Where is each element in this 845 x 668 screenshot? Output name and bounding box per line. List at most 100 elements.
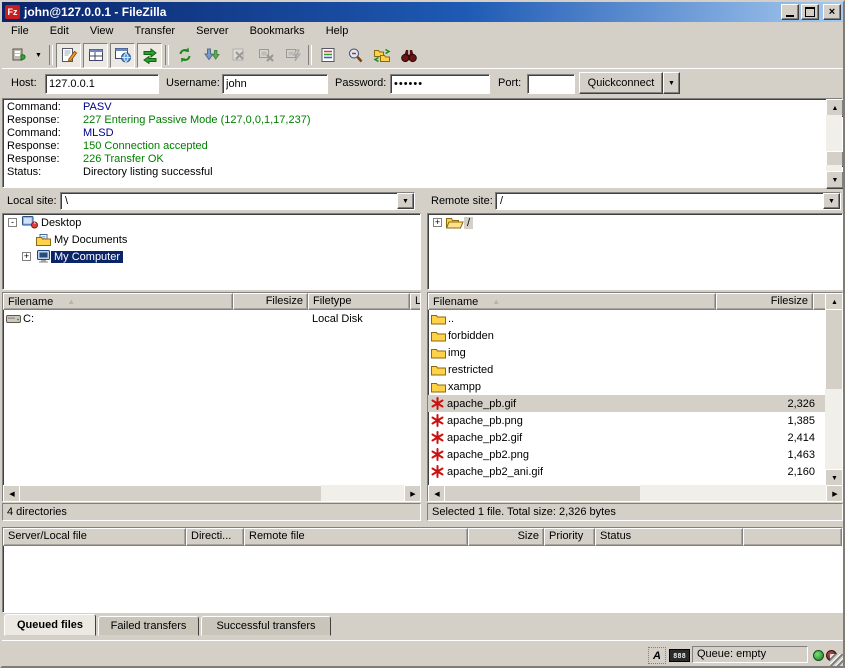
tree-item-my-computer[interactable]: + My Computer	[3, 248, 420, 265]
refresh-button[interactable]	[172, 43, 197, 68]
close-button[interactable]: ×	[823, 4, 841, 20]
column-header-server-local-file[interactable]: Server/Local file	[3, 528, 186, 546]
column-header-label: Filename	[8, 296, 53, 308]
scroll-thumb[interactable]	[19, 485, 323, 502]
tree-item-my-documents[interactable]: My Documents	[3, 231, 420, 248]
tab-successful-transfers[interactable]: Successful transfers	[201, 616, 331, 636]
remote-file-row[interactable]: xampp	[428, 378, 825, 395]
image-file-icon	[431, 448, 444, 461]
scroll-right-button[interactable]: ▶	[826, 485, 843, 502]
local-file-row[interactable]: C: Local Disk	[3, 310, 420, 327]
remote-file-row[interactable]: apache_pb2.gif 2,414	[428, 429, 825, 446]
scroll-thumb[interactable]	[444, 485, 642, 502]
tree-item-desktop[interactable]: - Desktop	[3, 214, 420, 231]
menu-help[interactable]: Help	[317, 22, 358, 40]
scroll-track[interactable]	[640, 485, 826, 501]
find-files-button[interactable]	[396, 43, 421, 68]
menu-bookmarks[interactable]: Bookmarks	[241, 22, 314, 40]
reconnect-button[interactable]	[280, 43, 305, 68]
toolbar-separator	[308, 45, 312, 65]
folder-icon	[431, 347, 446, 359]
column-header-status[interactable]: Status	[595, 528, 743, 546]
cancel-operation-button[interactable]	[226, 43, 251, 68]
remote-file-row[interactable]: ..	[428, 310, 825, 327]
expand-icon[interactable]: +	[22, 252, 31, 261]
scroll-track[interactable]	[825, 389, 842, 469]
menu-view[interactable]: View	[81, 22, 123, 40]
scroll-right-button[interactable]: ▶	[404, 485, 421, 502]
remote-site-combobox[interactable]: / ▼	[495, 192, 841, 210]
remote-file-row-selected[interactable]: apache_pb.gif 2,326	[428, 395, 825, 412]
remote-file-row[interactable]: img	[428, 344, 825, 361]
speed-limits-indicator[interactable]: 888	[669, 649, 690, 662]
expand-icon[interactable]: +	[433, 218, 442, 227]
synchronized-browsing-button[interactable]	[369, 43, 394, 68]
log-line-label: Command:	[3, 127, 83, 140]
local-site-value: \	[65, 195, 68, 207]
username-label: Username:	[166, 77, 220, 89]
quickconnect-button[interactable]: Quickconnect	[579, 72, 663, 94]
transfer-type-indicator[interactable]: A	[648, 647, 666, 664]
file-name: apache_pb2_ani.gif	[447, 466, 732, 478]
scroll-down-button[interactable]: ▼	[826, 171, 844, 189]
compare-directories-button[interactable]	[342, 43, 367, 68]
disconnect-button[interactable]	[253, 43, 278, 68]
menu-server[interactable]: Server	[187, 22, 237, 40]
queue-status-box: Queue: empty	[692, 646, 808, 663]
site-manager-dropdown-button[interactable]: ▼	[31, 43, 46, 68]
tab-label: Queued files	[17, 619, 83, 631]
tree-item-label: /	[464, 217, 473, 229]
column-header-filesize[interactable]: Filesize	[233, 293, 308, 310]
column-header-filename[interactable]: Filename▲	[428, 293, 716, 310]
menu-edit[interactable]: Edit	[41, 22, 78, 40]
tree-item-label: Desktop	[38, 217, 84, 229]
local-site-combobox[interactable]: \ ▼	[60, 192, 415, 210]
column-header-filename[interactable]: Filename▲	[3, 293, 233, 310]
scroll-thumb[interactable]	[825, 309, 843, 391]
binoculars-icon	[400, 46, 418, 64]
column-header-label: Filename	[433, 296, 478, 308]
toggle-local-treeview-button[interactable]	[83, 43, 108, 68]
tab-queued-files[interactable]: Queued files	[4, 614, 96, 636]
filezilla-window: Fz john@127.0.0.1 - FileZilla × File Edi…	[0, 0, 845, 668]
quickconnect-dropdown-button[interactable]: ▼	[663, 72, 680, 94]
remote-file-row[interactable]: apache_pb2.png 1,463	[428, 446, 825, 463]
remote-site-dropdown-button[interactable]: ▼	[823, 193, 840, 209]
scroll-track[interactable]	[321, 485, 404, 501]
remote-file-row[interactable]: restricted	[428, 361, 825, 378]
port-input[interactable]	[527, 74, 575, 94]
maximize-button[interactable]	[801, 4, 819, 20]
column-header-direction[interactable]: Directi...	[186, 528, 244, 546]
minimize-button[interactable]	[781, 4, 799, 20]
filezilla-app-icon[interactable]: Fz	[5, 5, 20, 19]
column-header-last-modified[interactable]: L	[410, 293, 421, 310]
scroll-track[interactable]	[826, 115, 842, 151]
tree-item-root[interactable]: + /	[428, 214, 842, 231]
toggle-transfer-queue-button[interactable]	[137, 43, 162, 68]
column-header-filetype[interactable]: Filetype	[308, 293, 410, 310]
collapse-icon[interactable]: -	[8, 218, 17, 227]
toggle-remote-treeview-button[interactable]	[110, 43, 135, 68]
remote-file-row[interactable]: forbidden	[428, 327, 825, 344]
column-header-priority[interactable]: Priority	[544, 528, 595, 546]
resize-grip[interactable]	[830, 654, 843, 667]
menu-file[interactable]: File	[2, 22, 38, 40]
column-header-size[interactable]: Size	[468, 528, 544, 546]
window-title: john@127.0.0.1 - FileZilla	[24, 5, 166, 19]
remote-file-row[interactable]: apache_pb.png 1,385	[428, 412, 825, 429]
local-site-dropdown-button[interactable]: ▼	[397, 193, 414, 209]
toggle-message-log-button[interactable]	[56, 43, 81, 68]
remote-file-row[interactable]: apache_pb2_ani.gif 2,160	[428, 463, 825, 480]
password-input[interactable]	[390, 74, 490, 94]
process-queue-button[interactable]	[199, 43, 224, 68]
site-manager-button[interactable]	[6, 43, 31, 68]
image-file-icon	[431, 397, 444, 410]
host-input[interactable]	[45, 74, 159, 94]
file-name: apache_pb.gif	[447, 398, 732, 410]
directory-listing-filters-button[interactable]	[315, 43, 340, 68]
column-header-filesize[interactable]: Filesize	[716, 293, 813, 310]
menu-transfer[interactable]: Transfer	[126, 22, 185, 40]
username-input[interactable]	[222, 74, 328, 94]
tab-failed-transfers[interactable]: Failed transfers	[98, 616, 199, 636]
column-header-remote-file[interactable]: Remote file	[244, 528, 468, 546]
